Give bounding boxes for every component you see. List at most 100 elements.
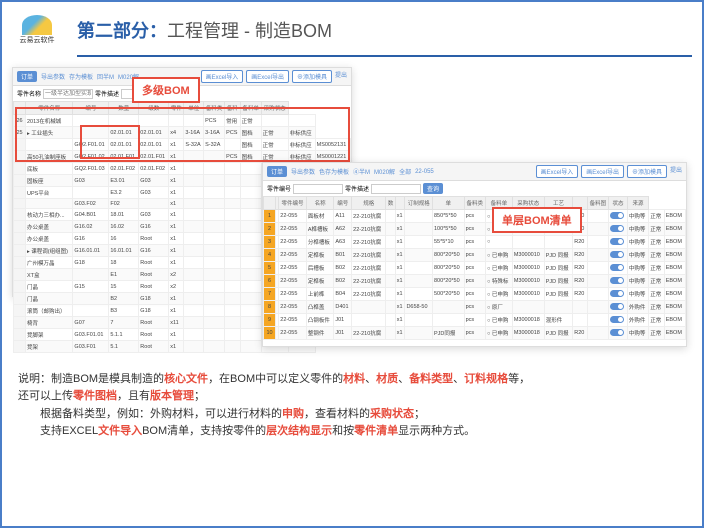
cell: ○ 已申购 — [486, 288, 513, 301]
cell: 核动力三相办... — [26, 209, 73, 221]
cell: x1 — [169, 329, 184, 341]
toggle-switch[interactable] — [610, 238, 624, 245]
column-header[interactable]: 零件 — [169, 102, 184, 115]
column-header[interactable]: 备料类 — [204, 102, 225, 115]
cell: M3000018 — [512, 314, 544, 327]
column-header[interactable]: 编号 — [334, 197, 352, 210]
cell: 非标供应 — [288, 127, 315, 139]
column-header[interactable]: 备料单 — [240, 102, 261, 115]
excel-export-button[interactable]: 画Excel导出 — [246, 70, 289, 83]
toggle-switch[interactable] — [610, 329, 624, 336]
project-link[interactable]: 22-055 — [415, 169, 434, 175]
query-button-2[interactable]: 查询 — [423, 183, 443, 194]
column-header[interactable]: 采购状态 — [261, 102, 288, 115]
toggle-switch[interactable] — [610, 212, 624, 219]
export-params-link[interactable]: 导出参数 — [41, 72, 65, 81]
cell: B02 — [334, 275, 352, 288]
column-header[interactable]: 规格 — [352, 197, 386, 210]
column-header[interactable]: 单 — [432, 197, 464, 210]
table-row[interactable]: 622-055定榫板B0222-210抗腐x1800*20*50pcs○ 特殊标… — [264, 275, 686, 288]
cell: x1 — [169, 293, 184, 305]
add-mold-button[interactable]: ⊕添加模具 — [292, 70, 332, 83]
toggle-switch[interactable] — [610, 251, 624, 258]
column-header[interactable]: 名称 — [306, 197, 334, 210]
toggle-switch[interactable] — [610, 277, 624, 284]
table-row[interactable]: 高50孔油制座板GQ2.F01.0202.01.F0102.01.F01x1PC… — [14, 151, 351, 163]
desc-input-2[interactable] — [371, 184, 421, 194]
m020-link-2[interactable]: M020解 — [374, 167, 395, 176]
order-button-2[interactable]: 订单 — [267, 166, 287, 177]
cell: 22-210抗腐 — [352, 210, 386, 223]
save-template-link-2[interactable]: 色存为模板 — [319, 167, 349, 176]
submit-link-2[interactable]: 提出 — [670, 165, 682, 178]
part-no-input[interactable] — [293, 184, 343, 194]
save-template-link[interactable]: 存为模板 — [69, 72, 93, 81]
table-row[interactable]: 1022-055整钢件J0122-210抗腐x1PJD同报pcs○ 已申购M30… — [264, 327, 686, 340]
table-row[interactable]: 822-055凸榫盖D401x1D658-50pcs○ 原厂外购件正常EBOM — [264, 301, 686, 314]
row-number — [14, 139, 26, 151]
column-header[interactable]: 状态 — [609, 197, 628, 210]
cell: A62 — [334, 223, 352, 236]
column-header[interactable]: 单位 — [184, 102, 204, 115]
order-button[interactable]: 订单 — [17, 71, 37, 82]
excel-import-button-2[interactable]: 画Excel导入 — [536, 165, 579, 178]
cell: 正常 — [649, 301, 664, 314]
column-header[interactable] — [395, 197, 405, 210]
export-params-link-2[interactable]: 导出参数 — [291, 167, 315, 176]
column-header[interactable] — [14, 102, 26, 115]
column-header[interactable]: 零件名称 — [26, 102, 73, 115]
submit-link[interactable]: 提出 — [335, 70, 347, 83]
table-row[interactable]: 262013在机械城PCS常用正常 — [14, 115, 351, 127]
table-row[interactable]: 222-055A榫槽板A6222-210抗腐x1100*5*50pcs○ 已申购… — [264, 223, 686, 236]
all-link[interactable]: 全部 — [399, 167, 411, 176]
cell: G04.B01 — [73, 209, 109, 221]
table-row[interactable]: 722-055上前榫B0422-210抗腐x1500*20*50pcs○ 已申购… — [264, 288, 686, 301]
column-header[interactable]: 零件编号 — [279, 197, 307, 210]
excel-import-button[interactable]: 画Excel导入 — [201, 70, 244, 83]
table-row[interactable]: 122-055面板材A1122-210抗腐x1850*5*50pcs○ 已申购M… — [264, 210, 686, 223]
cell — [240, 199, 261, 209]
column-header[interactable]: 备料 — [225, 102, 240, 115]
row-number: 3 — [264, 236, 276, 249]
cell: Root — [139, 329, 169, 341]
table-row[interactable]: GQ2.F01.0102.01.0102.01.01x1S-32AS-32A图档… — [14, 139, 351, 151]
add-mold-button-2[interactable]: ⊕添加模具 — [627, 165, 667, 178]
toggle-switch[interactable] — [610, 303, 624, 310]
column-header[interactable]: 备料图 — [587, 197, 608, 210]
table-row[interactable]: 322-055分榫槽板A6322-210抗腐x155*5*10pcs○R20中购… — [264, 236, 686, 249]
table-row[interactable]: 422-055定榫板B0122-210抗腐x1800*20*50pcs○ 已申购… — [264, 249, 686, 262]
column-header[interactable]: 订制规格 — [405, 197, 433, 210]
half-m-link-2[interactable]: ④半M — [353, 167, 370, 176]
toggle-switch[interactable] — [610, 225, 624, 232]
cell: 800*20*50 — [432, 262, 464, 275]
table-row[interactable]: 522-055后槽板B0222-210抗腐x1800*20*50pcs○ 已申购… — [264, 262, 686, 275]
search-input[interactable] — [43, 89, 93, 99]
column-header[interactable] — [264, 197, 276, 210]
cell — [386, 275, 395, 288]
half-m-link[interactable]: 回半M — [97, 72, 114, 81]
toggle-switch[interactable] — [610, 264, 624, 271]
cell — [225, 293, 240, 305]
column-header[interactable]: 数量 — [109, 102, 139, 115]
column-header[interactable]: 来源 — [627, 197, 648, 210]
column-header[interactable]: 编号 — [73, 102, 109, 115]
cell: pcs — [464, 210, 485, 223]
row-number — [14, 281, 26, 293]
column-header[interactable]: 备料类 — [464, 197, 485, 210]
cell: G03 — [73, 175, 109, 187]
toggle-switch[interactable] — [610, 316, 624, 323]
column-header[interactable]: 级数 — [139, 102, 169, 115]
column-header[interactable]: 数 — [386, 197, 395, 210]
cell — [184, 221, 204, 233]
table-row[interactable]: 922-055凸钢板件J01x1pcs○ 已申购M3000018混形件外购件正常… — [264, 314, 686, 327]
cell — [609, 210, 628, 223]
cell: B04 — [334, 288, 352, 301]
cell: 正常 — [240, 115, 261, 127]
cell: 22-055 — [279, 249, 307, 262]
cell — [225, 221, 240, 233]
excel-export-button-2[interactable]: 画Excel导出 — [581, 165, 624, 178]
cell: 非标供应 — [288, 151, 315, 163]
table-row[interactable]: 25▸ 工业插头02.01.0102.01.01x43-16A3-16APCS图… — [14, 127, 351, 139]
toggle-switch[interactable] — [610, 290, 624, 297]
cell — [204, 245, 225, 257]
